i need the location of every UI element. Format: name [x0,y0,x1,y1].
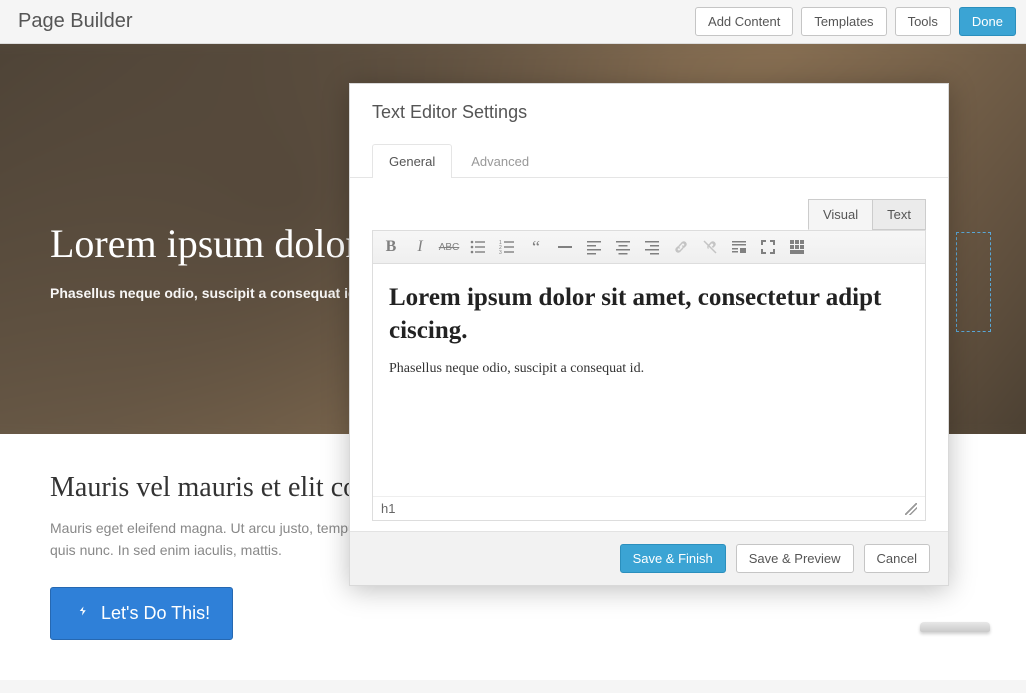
page-title: Page Builder [10,10,133,33]
insert-more-icon[interactable] [729,237,749,257]
blockquote-icon[interactable]: “ [526,237,546,257]
element-path[interactable]: h1 [381,501,395,516]
share-icon [73,602,91,625]
save-preview-button[interactable]: Save & Preview [736,544,854,573]
cta-button[interactable]: Let's Do This! [50,587,233,640]
editor-content[interactable]: Lorem ipsum dolor sit amet, consectetur … [373,264,925,496]
strikethrough-icon[interactable]: ABC [439,237,459,257]
resize-handle-icon[interactable] [905,503,917,515]
unlink-icon[interactable] [700,237,720,257]
align-right-icon[interactable] [642,237,662,257]
content-body[interactable]: Phasellus neque odio, suscipit a consequ… [389,361,909,377]
align-center-icon[interactable] [613,237,633,257]
hr-icon[interactable] [555,237,575,257]
bulleted-list-icon[interactable] [468,237,488,257]
align-left-icon[interactable] [584,237,604,257]
tab-general[interactable]: General [372,144,452,178]
modal-body: Visual Text B I ABC 123 “ [350,178,948,531]
top-bar-buttons: Add Content Templates Tools Done [695,7,1016,36]
editor-mode-tabs: Visual Text [809,199,926,230]
tab-advanced[interactable]: Advanced [454,144,546,178]
editor-toolbar: B I ABC 123 “ [373,231,925,264]
toolbar-toggle-icon[interactable] [787,237,807,257]
save-finish-button[interactable]: Save & Finish [620,544,726,573]
editor: Visual Text B I ABC 123 “ [372,230,926,521]
top-bar: Page Builder Add Content Templates Tools… [0,0,1026,44]
templates-button[interactable]: Templates [801,7,886,36]
drop-zone[interactable] [956,232,991,332]
modal-title: Text Editor Settings [372,102,926,123]
bold-icon[interactable]: B [381,237,401,257]
cancel-button[interactable]: Cancel [864,544,930,573]
tools-button[interactable]: Tools [895,7,951,36]
modal-tabs: General Advanced [350,143,948,178]
italic-icon[interactable]: I [410,237,430,257]
numbered-list-icon[interactable]: 123 [497,237,517,257]
cta-label: Let's Do This! [101,603,210,624]
fullscreen-icon[interactable] [758,237,778,257]
modal-header: Text Editor Settings [350,84,948,135]
done-button[interactable]: Done [959,7,1016,36]
svg-text:3: 3 [499,250,502,255]
laptop-decor [920,622,990,632]
mode-visual[interactable]: Visual [808,199,873,230]
editor-statusbar: h1 [373,496,925,520]
text-editor-modal: Text Editor Settings General Advanced Vi… [349,83,949,586]
mode-text[interactable]: Text [872,199,926,230]
add-content-button[interactable]: Add Content [695,7,793,36]
content-heading[interactable]: Lorem ipsum dolor sit amet, consectetur … [389,282,909,347]
modal-footer: Save & Finish Save & Preview Cancel [350,531,948,585]
link-icon[interactable] [671,237,691,257]
